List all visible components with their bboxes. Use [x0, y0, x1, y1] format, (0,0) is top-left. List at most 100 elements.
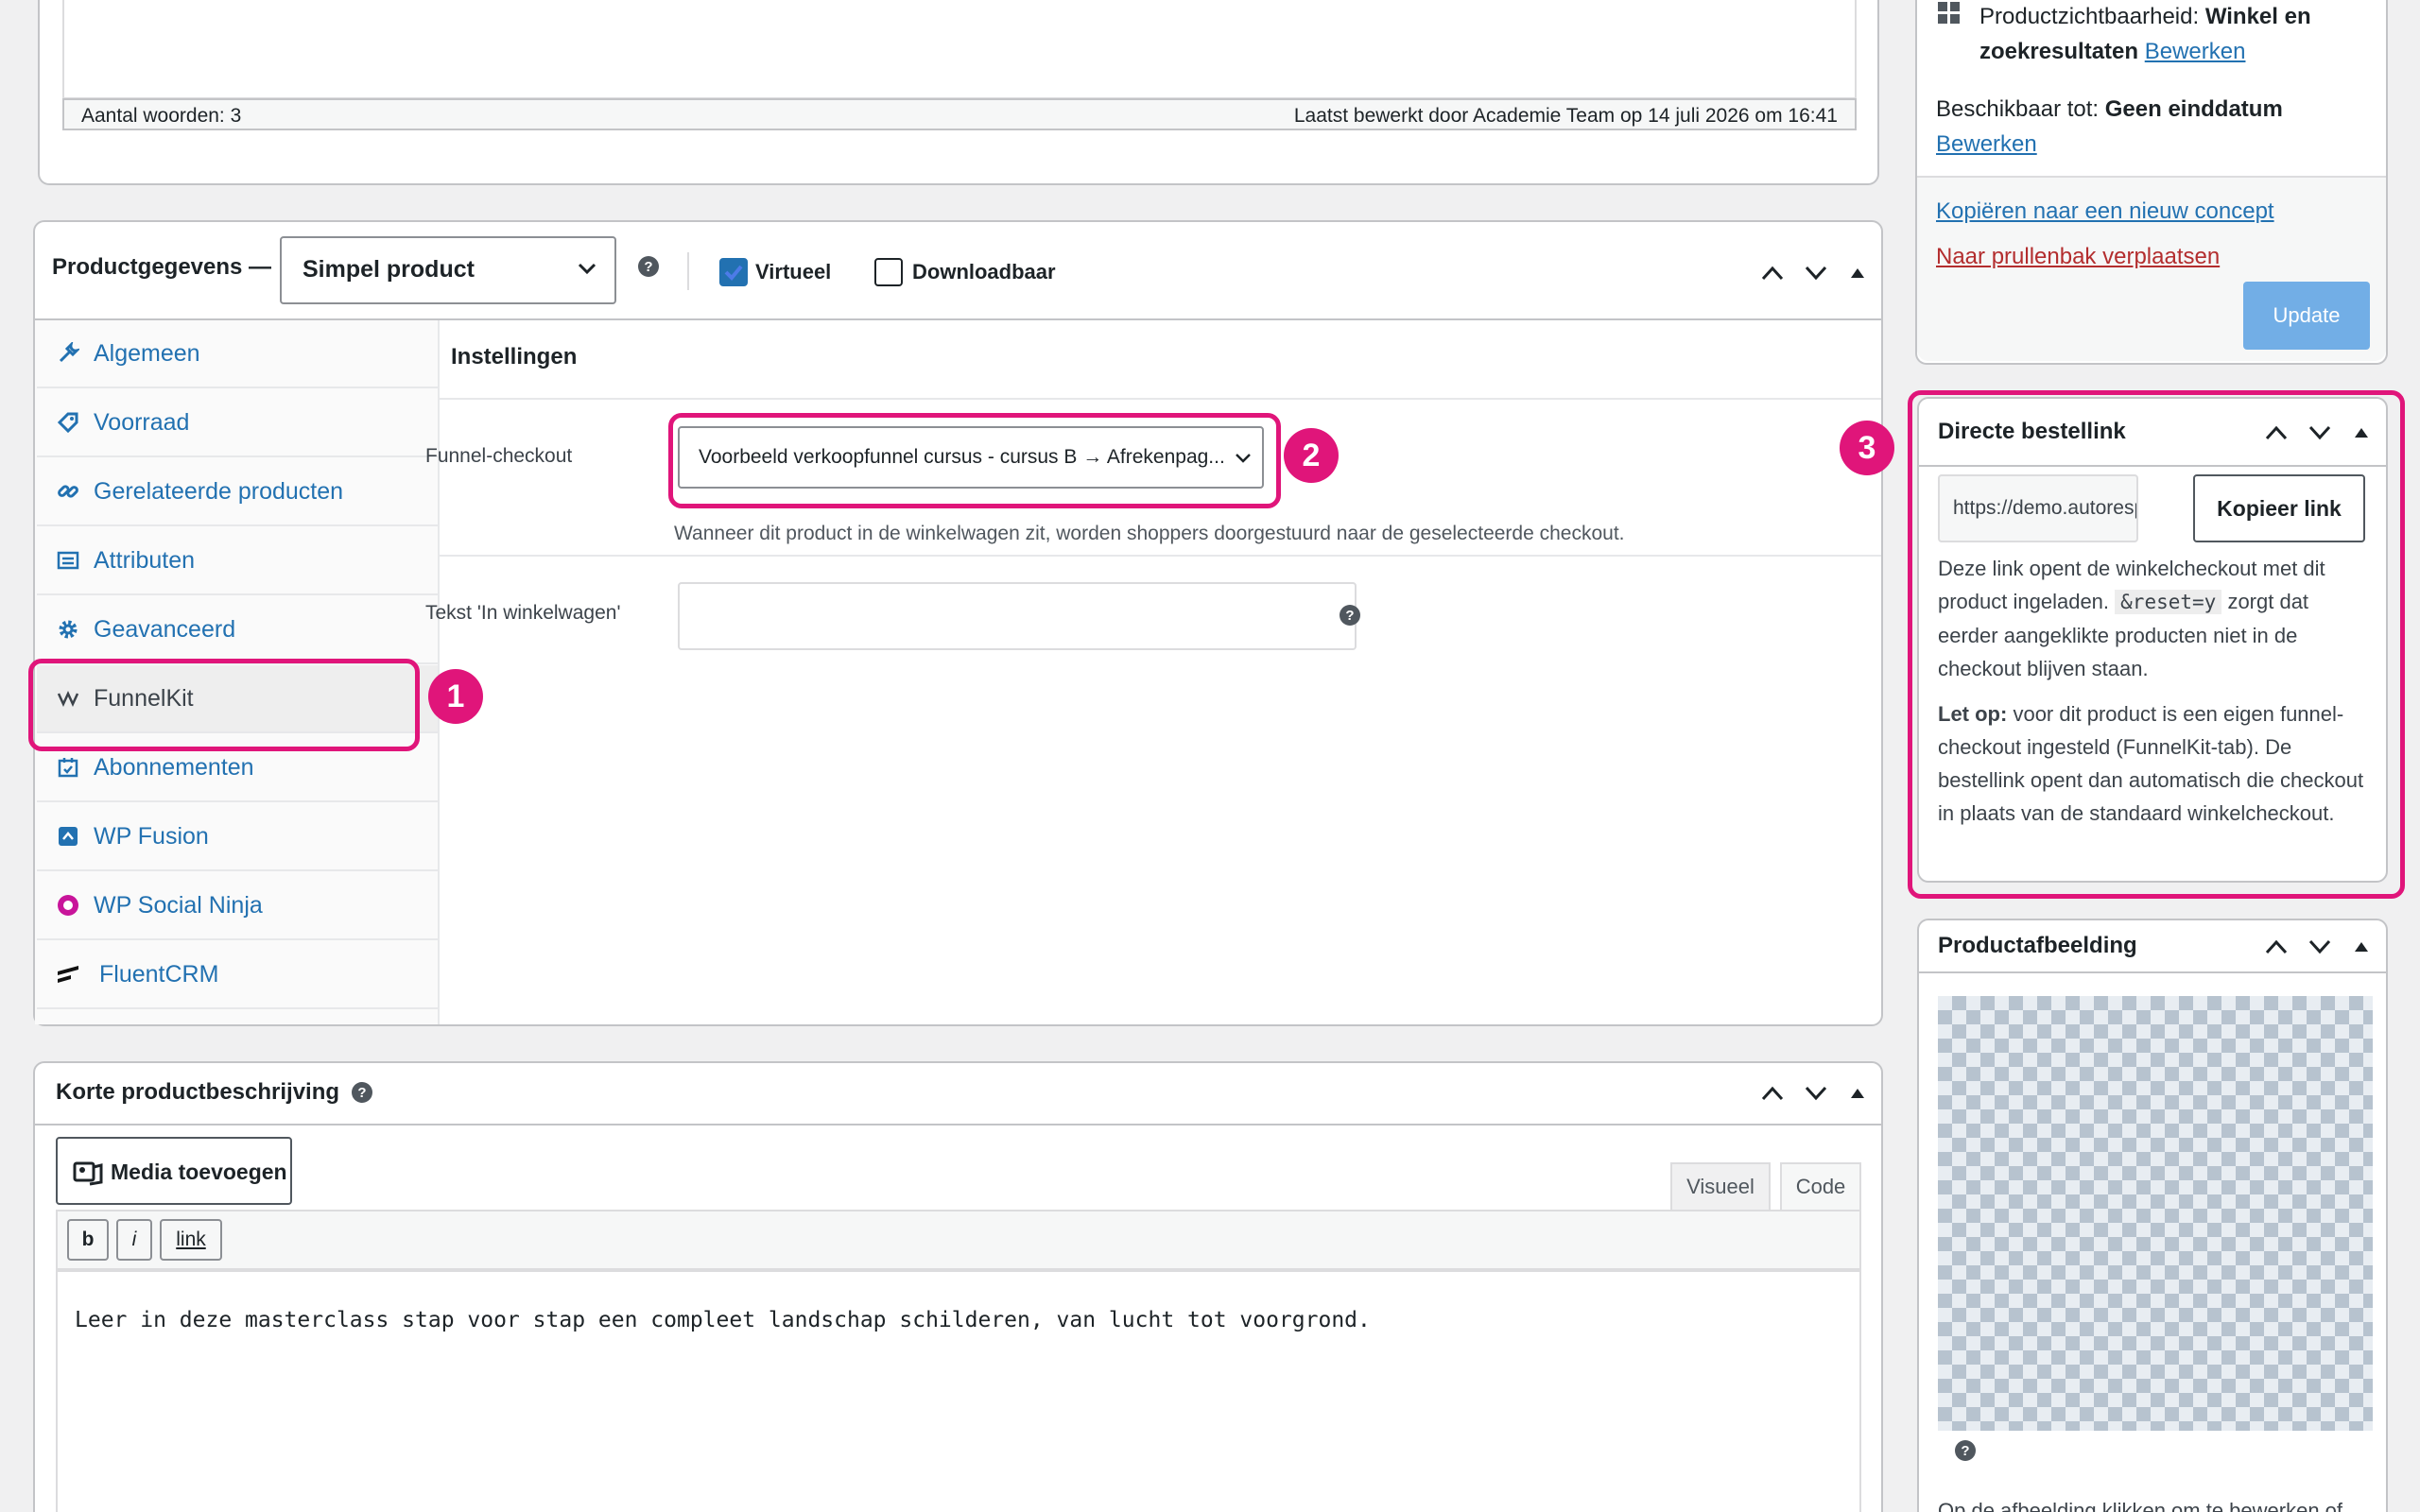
downloadable-checkbox[interactable] — [874, 258, 903, 286]
product-image-panel: Productafbeelding ? Op de afbeelding kli… — [1917, 919, 2388, 1512]
help-icon[interactable]: ? — [352, 1082, 372, 1103]
available-row: Beschikbaar tot: Geen einddatum Bewerken — [1936, 92, 2371, 162]
tab-attributen[interactable]: Attributen — [37, 527, 438, 595]
wrench-icon — [54, 339, 82, 368]
available-label: Beschikbaar tot: — [1936, 96, 2100, 122]
highlight-funnel-checkout — [668, 413, 1281, 508]
list-icon — [54, 546, 82, 575]
visibility-edit-link[interactable]: Bewerken — [2145, 39, 2246, 64]
check-icon — [724, 265, 743, 281]
editor-status-bar: Aantal woorden: 3 Laatst bewerkt door Ac… — [62, 98, 1857, 130]
tab-voorraad[interactable]: Voorraad — [37, 389, 438, 457]
social-ninja-icon — [54, 891, 82, 919]
link-label: link — [176, 1228, 206, 1250]
move-up-icon[interactable] — [2259, 930, 2293, 964]
move-down-icon[interactable] — [2303, 930, 2337, 964]
tab-code[interactable]: Code — [1780, 1162, 1861, 1210]
trash-link[interactable]: Naar prullenbak verplaatsen — [1936, 244, 2220, 270]
link-icon — [54, 477, 82, 506]
move-down-icon[interactable] — [1799, 1076, 1833, 1110]
available-edit-link[interactable]: Bewerken — [1936, 131, 2037, 157]
virtual-checkbox[interactable] — [719, 258, 748, 286]
product-data-panel: Productgegevens — Simpel product ? Virtu… — [33, 220, 1883, 1026]
fluentcrm-icon — [54, 960, 82, 988]
annotation-number: 2 — [1302, 437, 1321, 473]
help-icon[interactable]: ? — [638, 256, 659, 277]
tab-label: Attributen — [94, 546, 196, 574]
tab-visual-label: Visueel — [1686, 1175, 1754, 1198]
divider — [440, 398, 1881, 400]
help-icon[interactable]: ? — [1340, 605, 1360, 626]
bold-label: b — [81, 1228, 95, 1250]
short-description-title: Korte productbeschrijving — [56, 1079, 340, 1105]
funnel-checkout-label: Funnel-checkout — [425, 445, 573, 467]
tab-label: Gerelateerde producten — [94, 477, 344, 505]
collapse-toggle-icon[interactable] — [2344, 930, 2378, 964]
product-image-caption: Op de afbeelding klikken om te bewerken … — [1938, 1499, 2343, 1512]
divider — [1919, 971, 2386, 973]
product-data-title: Productgegevens — — [52, 254, 272, 280]
tab-label: FluentCRM — [99, 960, 219, 988]
product-data-header: Productgegevens — Simpel product ? Virtu… — [35, 222, 1881, 320]
divider — [687, 252, 689, 290]
settings-title: Instellingen — [451, 344, 578, 369]
tab-visual[interactable]: Visueel — [1670, 1162, 1771, 1210]
move-down-icon[interactable] — [1799, 256, 1833, 290]
last-edited: Laatst bewerkt door Academie Team op 14 … — [1293, 105, 1838, 127]
calendar-icon — [54, 753, 82, 782]
italic-button[interactable]: i — [116, 1219, 152, 1261]
annotation-number: 1 — [446, 678, 465, 714]
link-button[interactable]: link — [160, 1219, 222, 1261]
move-up-icon[interactable] — [1755, 256, 1789, 290]
tab-gerelateerde-producten[interactable]: Gerelateerde producten — [37, 458, 438, 526]
short-description-textarea[interactable]: Leer in deze masterclass stap voor stap … — [56, 1270, 1861, 1512]
product-type-select[interactable]: Simpel product — [280, 236, 616, 304]
annotation-number: 3 — [1858, 429, 1876, 466]
tab-wp-fusion[interactable]: WP Fusion — [37, 803, 438, 871]
tab-label: Algemeen — [94, 339, 200, 367]
help-icon[interactable]: ? — [1955, 1440, 1976, 1461]
update-button[interactable]: Update — [2243, 282, 2370, 350]
funnel-checkout-help: Wanneer dit product in de winkelwagen zi… — [674, 523, 1625, 544]
visibility-icon — [1936, 0, 1962, 31]
collapse-toggle-icon[interactable] — [1841, 256, 1875, 290]
bold-button[interactable]: b — [67, 1219, 109, 1261]
product-type-value: Simpel product — [302, 256, 475, 283]
wp-fusion-icon — [54, 822, 82, 850]
short-description-content: Leer in deze masterclass stap voor stap … — [75, 1308, 1371, 1332]
visibility-row: Productzichtbaarheid: Winkel en zoekresu… — [1979, 0, 2377, 69]
tab-label: WP Fusion — [94, 822, 209, 850]
publish-actions: Kopiëren naar een nieuw concept Naar pru… — [1917, 176, 2386, 361]
annotation-badge-1: 1 — [428, 669, 483, 724]
copy-to-draft-link[interactable]: Kopiëren naar een nieuw concept — [1936, 198, 2274, 225]
divider — [440, 555, 1881, 557]
tab-fluentcrm[interactable]: FluentCRM — [37, 941, 438, 1009]
collapse-toggle-icon[interactable] — [1841, 1076, 1875, 1110]
update-label: Update — [2273, 303, 2341, 327]
cart-text-input[interactable] — [678, 582, 1357, 650]
move-up-icon[interactable] — [1755, 1076, 1789, 1110]
divider — [35, 1124, 1881, 1125]
available-value: Geen einddatum — [2104, 96, 2283, 122]
visibility-value-1: Winkel en — [2204, 4, 2311, 29]
chevron-down-icon — [577, 261, 597, 281]
annotation-badge-2: 2 — [1284, 428, 1339, 483]
word-count: Aantal woorden: 3 — [81, 105, 242, 127]
highlight-funnelkit-tab — [28, 659, 420, 751]
publish-panel: Productzichtbaarheid: Winkel en zoekresu… — [1915, 0, 2388, 365]
tab-wp-social-ninja[interactable]: WP Social Ninja — [37, 872, 438, 940]
add-media-label: Media toevoegen — [111, 1160, 287, 1184]
product-image-title: Productafbeelding — [1938, 933, 2137, 958]
product-image-thumbnail[interactable] — [1938, 996, 2373, 1431]
tab-label: Geavanceerd — [94, 615, 236, 643]
tab-geavanceerd[interactable]: Geavanceerd — [37, 596, 438, 664]
tab-algemeen[interactable]: Algemeen — [37, 320, 438, 388]
media-icon — [73, 1158, 103, 1191]
visibility-label: Productzichtbaarheid: — [1979, 4, 2200, 29]
editor-text-area[interactable] — [62, 0, 1857, 99]
add-media-button[interactable]: Media toevoegen — [56, 1137, 292, 1205]
gear-icon — [54, 615, 82, 644]
virtual-label: Virtueel — [755, 260, 832, 284]
downloadable-label: Downloadbaar — [912, 260, 1056, 284]
editor-top-panel: Aantal woorden: 3 Laatst bewerkt door Ac… — [38, 0, 1879, 185]
